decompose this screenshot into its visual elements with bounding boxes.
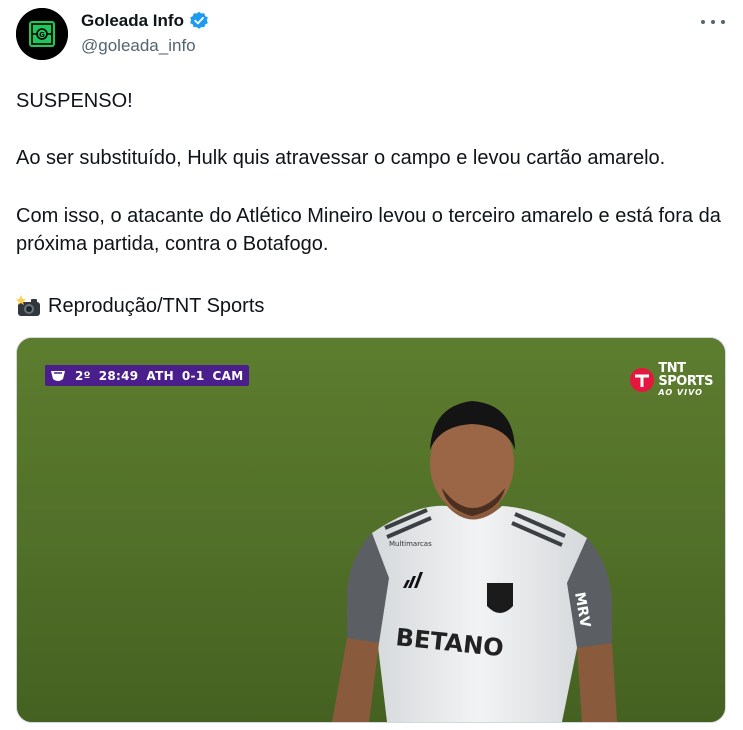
- tnt-ball-icon: [630, 368, 655, 392]
- tweet-media-image[interactable]: BETANO Multimarcas MRV 2º 28:49 ATH 0-1 …: [16, 337, 726, 723]
- verified-badge-icon: [189, 11, 209, 31]
- away-team: CAM: [212, 368, 244, 383]
- match-scoreboard: 2º 28:49 ATH 0-1 CAM: [45, 365, 250, 386]
- credit-text: Reprodução/TNT Sports: [48, 295, 265, 317]
- match-score: 0-1: [181, 368, 205, 383]
- avatar[interactable]: G: [16, 8, 68, 60]
- tnt-live-label: AO VIVO: [658, 388, 703, 397]
- match-period: 2º: [75, 368, 91, 383]
- camera-flash-icon: [16, 295, 42, 317]
- league-logo-icon: [49, 369, 67, 383]
- shirt-chest-text: Multimarcas: [389, 540, 432, 548]
- tweet-credit: Reprodução/TNT Sports: [16, 292, 730, 320]
- tweet-paragraph: Com isso, o atacante do Atlético Mineiro…: [16, 205, 721, 255]
- tweet-paragraph: SUSPENSO!: [16, 90, 133, 112]
- author-info: Goleada Info @goleada_info: [81, 10, 209, 56]
- svg-text:G: G: [39, 31, 45, 39]
- match-photo: BETANO Multimarcas MRV: [17, 338, 725, 722]
- handle[interactable]: @goleada_info: [81, 36, 209, 56]
- tnt-line2: SPORTS: [658, 374, 713, 389]
- match-clock: 28:49: [98, 368, 139, 383]
- display-name[interactable]: Goleada Info: [81, 11, 184, 31]
- tnt-sports-logo: TNT SPORTS AO VIVO: [629, 362, 713, 398]
- tweet-paragraph: Ao ser substituído, Hulk quis atravessar…: [16, 147, 666, 169]
- tweet-card[interactable]: G Goleada Info @goleada_info SUSPENSO! A…: [0, 0, 743, 730]
- home-team: ATH: [146, 368, 174, 383]
- more-options-icon[interactable]: [701, 14, 725, 30]
